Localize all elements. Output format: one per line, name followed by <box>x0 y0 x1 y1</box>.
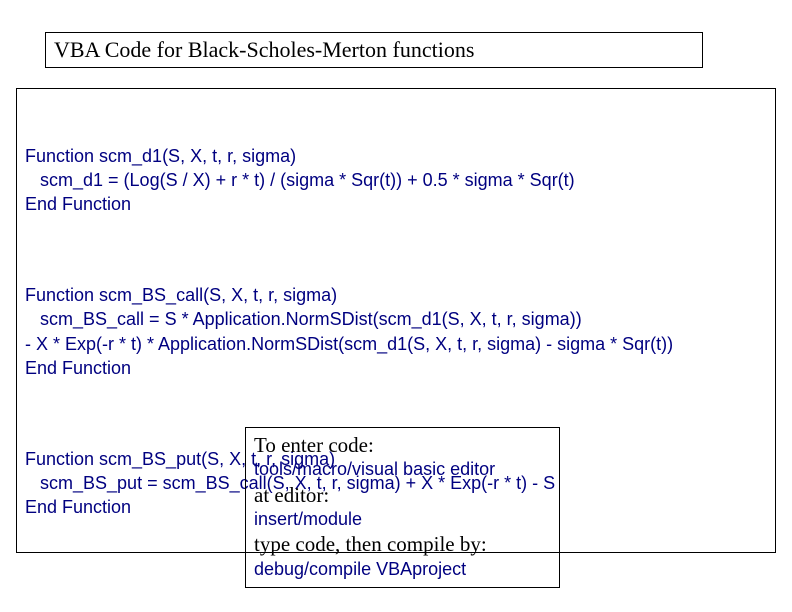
instructions-box: To enter code: tools/macro/visual basic … <box>245 427 560 588</box>
instruction-heading-at-editor: at editor: <box>254 482 551 508</box>
instruction-path-editor: tools/macro/visual basic editor <box>254 458 551 481</box>
instruction-path-module: insert/module <box>254 508 551 531</box>
title-box: VBA Code for Black-Scholes-Merton functi… <box>45 32 703 68</box>
code-function-d1: Function scm_d1(S, X, t, r, sigma) scm_d… <box>25 144 767 217</box>
instruction-path-compile: debug/compile VBAproject <box>254 558 551 581</box>
slide-title: VBA Code for Black-Scholes-Merton functi… <box>54 37 474 62</box>
instruction-heading-enter-code: To enter code: <box>254 432 551 458</box>
code-function-bs-call: Function scm_BS_call(S, X, t, r, sigma) … <box>25 283 767 380</box>
instruction-heading-compile: type code, then compile by: <box>254 531 551 557</box>
